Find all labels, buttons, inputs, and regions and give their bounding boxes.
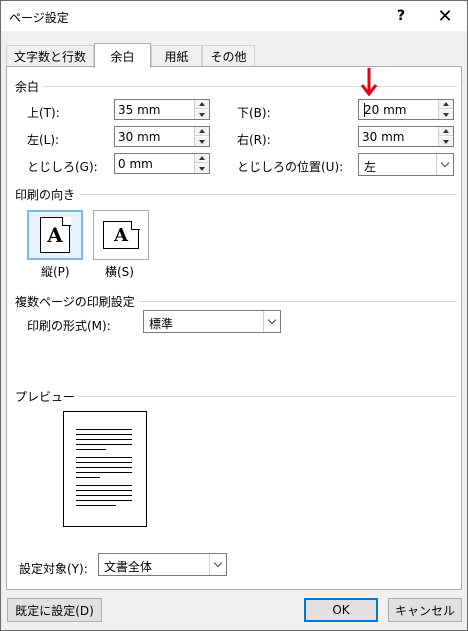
text-cursor <box>364 103 365 117</box>
preview-text-line <box>76 444 132 445</box>
spin-down-icon[interactable] <box>195 110 209 119</box>
print-format-value: 標準 <box>149 317 174 331</box>
pages-group-label: 複数ページの印刷設定 <box>15 293 139 310</box>
orientation-group-divider <box>15 194 457 195</box>
page-setup-dialog: ページ設定 ? ✕ 文字数と行数 余白 用紙 その他 余白 上(T): 下(B)… <box>0 0 468 631</box>
right-margin-input[interactable] <box>359 127 437 146</box>
spin-down-icon[interactable] <box>195 137 209 146</box>
close-button[interactable]: ✕ <box>425 1 465 31</box>
chevron-down-icon[interactable] <box>209 554 226 575</box>
preview-group-divider <box>15 396 457 397</box>
red-down-arrow-icon <box>360 68 378 97</box>
apply-to-label: 設定対象(Y): <box>19 562 88 576</box>
print-format-label: 印刷の形式(M): <box>27 319 111 333</box>
left-margin-label: 左(L): <box>27 133 60 147</box>
spin-down-icon[interactable] <box>439 137 453 146</box>
landscape-button[interactable]: A <box>93 210 149 260</box>
left-margin-spinner[interactable] <box>114 126 210 147</box>
portrait-document-icon: A <box>40 216 71 253</box>
preview-text-line <box>76 457 132 458</box>
preview-text-line <box>76 434 132 435</box>
portrait-button[interactable]: A <box>27 210 83 260</box>
tab-characters-lines[interactable]: 文字数と行数 <box>6 45 94 67</box>
ok-button[interactable]: OK <box>304 598 378 622</box>
cancel-button[interactable]: キャンセル <box>388 598 462 622</box>
preview-text-line <box>76 477 100 478</box>
right-margin-label: 右(R): <box>237 133 271 147</box>
window-title: ページ設定 <box>9 11 69 25</box>
right-margin-spinner[interactable] <box>358 126 454 147</box>
bottom-margin-label: 下(B): <box>237 106 271 120</box>
preview-group-label: プレビュー <box>15 388 80 405</box>
portrait-icon-letter: A <box>47 223 63 247</box>
spin-down-icon[interactable] <box>439 110 453 119</box>
preview-text-line <box>76 490 132 491</box>
spin-up-icon[interactable] <box>195 154 209 163</box>
spin-up-icon[interactable] <box>439 127 453 136</box>
bottom-margin-input[interactable] <box>359 100 437 119</box>
gutter-input[interactable] <box>115 154 193 173</box>
apply-to-value: 文書全体 <box>104 560 153 574</box>
preview-text-line <box>76 429 132 430</box>
tab-margins[interactable]: 余白 <box>94 43 151 68</box>
preview-text-line <box>76 485 132 486</box>
preview-text-line <box>76 495 132 496</box>
bottom-margin-spinner[interactable] <box>358 99 454 120</box>
gutter-position-select[interactable]: 左 <box>358 153 454 176</box>
top-margin-input[interactable] <box>115 100 193 119</box>
margins-group-label: 余白 <box>15 78 44 95</box>
preview-text-line <box>76 449 106 450</box>
gutter-position-value: 左 <box>364 160 377 174</box>
spin-up-icon[interactable] <box>439 100 453 109</box>
help-button[interactable]: ? <box>381 1 421 31</box>
landscape-icon-letter: A <box>114 224 128 246</box>
print-format-select[interactable]: 標準 <box>143 310 281 333</box>
chevron-down-icon[interactable] <box>436 154 453 175</box>
spin-down-icon[interactable] <box>195 164 209 173</box>
tab-paper[interactable]: 用紙 <box>151 45 202 67</box>
preview-page <box>63 411 147 527</box>
preview-text-line <box>76 500 132 501</box>
gutter-spinner[interactable] <box>114 153 210 174</box>
set-default-button[interactable]: 既定に設定(D) <box>7 598 102 622</box>
spin-up-icon[interactable] <box>195 100 209 109</box>
spin-up-icon[interactable] <box>195 127 209 136</box>
apply-to-select[interactable]: 文書全体 <box>98 553 227 576</box>
gutter-label: とじしろ(G): <box>27 160 98 174</box>
orientation-group-label: 印刷の向き <box>15 186 80 203</box>
top-margin-label: 上(T): <box>27 106 60 120</box>
gutter-position-label: とじしろの位置(U): <box>237 160 344 174</box>
tab-other[interactable]: その他 <box>202 45 255 67</box>
chevron-down-icon[interactable] <box>263 311 280 332</box>
portrait-label: 縦(P) <box>41 265 70 279</box>
preview-text-line <box>76 462 132 463</box>
tab-strip: 文字数と行数 余白 用紙 その他 <box>1 43 467 68</box>
preview-text-line <box>76 439 132 440</box>
preview-text-line <box>76 505 116 506</box>
preview-text-line <box>76 472 132 473</box>
top-margin-spinner[interactable] <box>114 99 210 120</box>
landscape-document-icon: A <box>103 220 140 249</box>
left-margin-input[interactable] <box>115 127 193 146</box>
title-bar: ページ設定 ? ✕ <box>1 1 467 31</box>
preview-text-line <box>76 467 132 468</box>
margins-group-divider <box>15 86 457 87</box>
landscape-label: 横(S) <box>105 265 134 279</box>
